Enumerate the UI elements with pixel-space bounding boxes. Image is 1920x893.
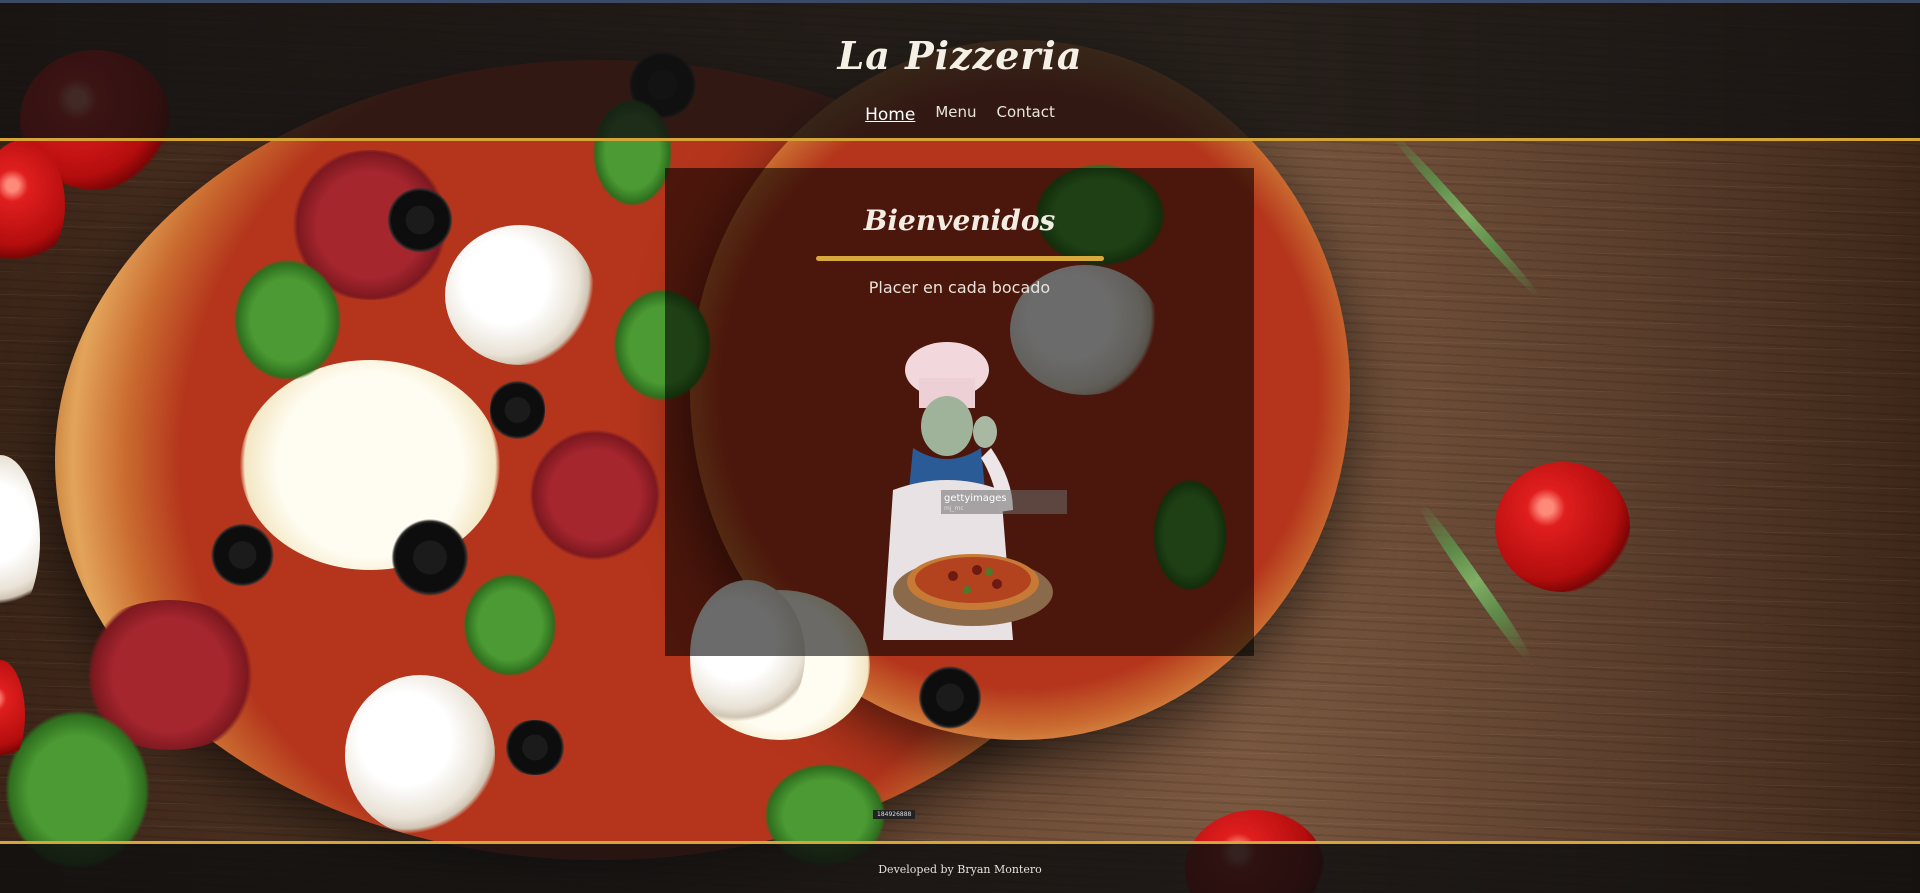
heading-divider [816, 256, 1104, 261]
image-id: 184926888 [873, 810, 916, 819]
welcome-card: Bienvenidos Placer en cada bocado gettyi… [665, 168, 1254, 819]
chef-image: gettyimages mj_mc 184926888 [873, 340, 1067, 819]
watermark-text: gettyimages [944, 493, 1007, 504]
site-footer: Developed by Bryan Montero [0, 841, 1920, 893]
olive [210, 520, 275, 590]
nav-item-menu[interactable]: Menu [933, 103, 978, 125]
salami [520, 430, 670, 560]
nav-item-home[interactable]: Home [863, 105, 917, 125]
cherry-tomato [1495, 462, 1630, 592]
mushroom [0, 455, 40, 625]
olive [915, 665, 985, 730]
mushroom [445, 225, 595, 365]
watermark: gettyimages mj_mc [941, 490, 1067, 514]
mushroom [345, 675, 495, 835]
welcome-heading: Bienvenidos [863, 204, 1056, 237]
footer-credit: Developed by Bryan Montero [878, 863, 1042, 876]
watermark-credit: mj_mc [944, 505, 964, 512]
main-nav: Home Menu Contact [0, 103, 1920, 125]
site-logo[interactable]: La Pizzeria [0, 33, 1920, 78]
site-header: La Pizzeria Home Menu Contact [0, 0, 1920, 141]
nav-item-contact[interactable]: Contact [995, 103, 1057, 125]
tagline: Placer en cada bocado [868, 278, 1051, 297]
olive [500, 720, 570, 775]
olive [490, 375, 545, 445]
olive [390, 515, 470, 600]
rosemary-sprig [1387, 129, 1543, 301]
olive [385, 185, 455, 255]
